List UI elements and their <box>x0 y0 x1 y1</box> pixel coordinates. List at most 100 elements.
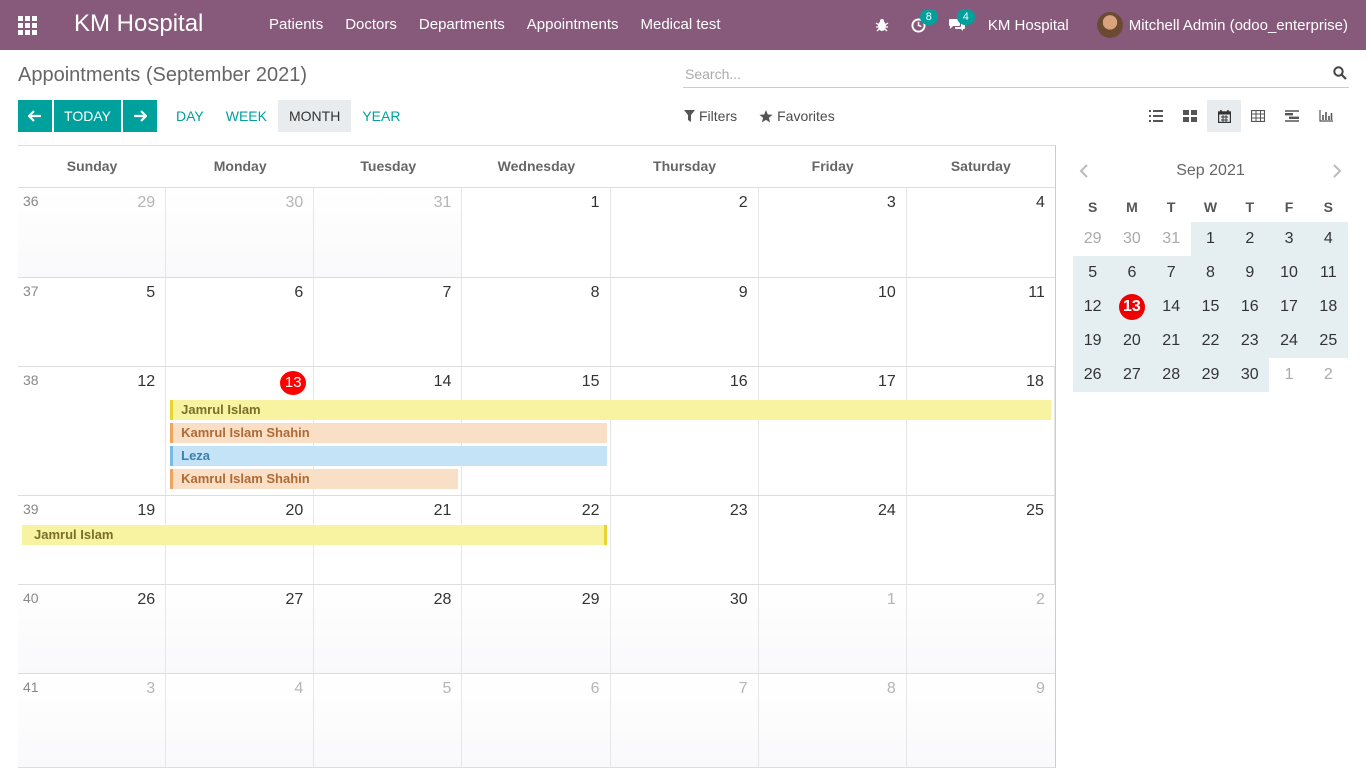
calendar-day-cell[interactable]: 8 <box>462 278 611 366</box>
mini-calendar-day[interactable]: 29 <box>1073 222 1112 256</box>
mini-calendar-day[interactable]: 9 <box>1230 256 1270 290</box>
filters-dropdown[interactable]: Filters <box>684 108 737 124</box>
mini-calendar-day[interactable]: 30 <box>1230 358 1270 392</box>
calendar-day-cell[interactable]: 12 <box>18 367 167 495</box>
mini-prev-month-button[interactable] <box>1073 161 1093 181</box>
calendar-day-cell[interactable]: 16 <box>610 367 759 495</box>
kanban-view-icon[interactable] <box>1173 100 1207 132</box>
company-switcher[interactable]: KM Hospital <box>988 17 1069 34</box>
search-input[interactable] <box>683 62 1323 86</box>
calendar-day-cell[interactable]: 23 <box>610 496 759 584</box>
calendar-event[interactable]: Leza <box>170 446 607 466</box>
mini-calendar-day[interactable]: 29 <box>1190 358 1231 392</box>
mini-calendar-day[interactable]: 26 <box>1073 358 1113 392</box>
mini-calendar-day[interactable]: 21 <box>1151 324 1191 358</box>
next-button[interactable] <box>123 100 157 132</box>
previous-button[interactable] <box>18 100 52 132</box>
list-view-icon[interactable] <box>1139 100 1173 132</box>
activity-clock-icon[interactable]: 8 <box>911 8 938 33</box>
calendar-view-icon[interactable] <box>1207 100 1241 132</box>
calendar-day-cell[interactable]: 27 <box>166 585 315 673</box>
menu-item-appointments[interactable]: Appointments <box>516 0 630 50</box>
mini-calendar-day[interactable]: 6 <box>1112 256 1152 290</box>
calendar-day-cell[interactable]: 7 <box>314 278 463 366</box>
calendar-day-cell[interactable]: 4 <box>906 188 1055 277</box>
mini-calendar-day[interactable]: 3 <box>1269 222 1309 256</box>
pivot-view-icon[interactable] <box>1241 100 1275 132</box>
calendar-day-cell[interactable]: 9 <box>906 674 1055 767</box>
calendar-day-cell[interactable]: 11 <box>906 278 1055 366</box>
calendar-day-cell[interactable]: 3 <box>758 188 907 277</box>
gantt-view-icon[interactable] <box>1275 100 1309 132</box>
mini-calendar-day[interactable]: 20 <box>1112 324 1152 358</box>
scale-month-button[interactable]: MONTH <box>277 100 352 132</box>
calendar-day-cell[interactable]: 8 <box>758 674 907 767</box>
calendar-day-cell[interactable]: 18 <box>906 367 1055 495</box>
calendar-day-cell[interactable]: 1 <box>462 188 611 277</box>
mini-calendar-day[interactable]: 31 <box>1152 222 1191 256</box>
mini-calendar-day[interactable]: 8 <box>1190 256 1231 290</box>
calendar-event[interactable]: Jamrul Islam <box>22 525 607 545</box>
mini-calendar-day[interactable]: 11 <box>1308 256 1348 290</box>
mini-calendar-day[interactable]: 4 <box>1308 222 1348 256</box>
calendar-day-cell[interactable]: 5 <box>18 278 167 366</box>
calendar-day-cell[interactable]: 5 <box>314 674 463 767</box>
scale-year-button[interactable]: YEAR <box>351 100 411 132</box>
calendar-day-cell[interactable]: 6 <box>462 674 611 767</box>
mini-calendar-day[interactable]: 1 <box>1269 358 1308 392</box>
today-button[interactable]: TODAY <box>54 100 121 132</box>
calendar-day-cell[interactable]: 9 <box>610 278 759 366</box>
calendar-event[interactable]: Kamrul Islam Shahin <box>170 423 607 443</box>
scale-day-button[interactable]: DAY <box>165 100 215 132</box>
calendar-event[interactable]: Jamrul Islam <box>170 400 1051 420</box>
calendar-day-cell[interactable]: 4 <box>166 674 315 767</box>
mini-calendar-day[interactable]: 12 <box>1073 290 1113 324</box>
mini-calendar-day[interactable]: 30 <box>1112 222 1151 256</box>
mini-calendar-day[interactable]: 28 <box>1151 358 1191 392</box>
scale-week-button[interactable]: WEEK <box>215 100 278 132</box>
mini-calendar-day[interactable]: 19 <box>1073 324 1113 358</box>
mini-calendar-day[interactable]: 2 <box>1309 358 1348 392</box>
mini-calendar-day[interactable]: 13 <box>1112 290 1152 324</box>
calendar-day-cell[interactable]: 28 <box>314 585 463 673</box>
mini-calendar-day[interactable]: 15 <box>1190 290 1231 324</box>
calendar-event[interactable]: Kamrul Islam Shahin <box>170 469 459 489</box>
calendar-day-cell[interactable]: 30 <box>166 188 315 277</box>
calendar-day-cell[interactable]: 30 <box>610 585 759 673</box>
calendar-day-cell[interactable]: 31 <box>314 188 463 277</box>
messages-chat-icon[interactable]: 4 <box>948 8 975 33</box>
calendar-day-cell[interactable]: 29 <box>18 188 167 277</box>
mini-calendar-day[interactable]: 10 <box>1269 256 1309 290</box>
calendar-day-cell[interactable]: 7 <box>610 674 759 767</box>
favorites-dropdown[interactable]: Favorites <box>759 108 835 124</box>
menu-item-patients[interactable]: Patients <box>258 0 334 50</box>
menu-item-departments[interactable]: Departments <box>408 0 516 50</box>
debug-bug-icon[interactable] <box>875 18 889 32</box>
search-icon[interactable] <box>1333 66 1347 80</box>
calendar-day-cell[interactable]: 26 <box>18 585 167 673</box>
calendar-day-cell[interactable]: 6 <box>166 278 315 366</box>
calendar-day-cell[interactable]: 3 <box>18 674 167 767</box>
mini-calendar-day[interactable]: 18 <box>1308 290 1348 324</box>
mini-calendar-day[interactable]: 14 <box>1151 290 1191 324</box>
calendar-day-cell[interactable]: 10 <box>758 278 907 366</box>
calendar-day-cell[interactable]: 2 <box>906 585 1055 673</box>
mini-calendar-day[interactable]: 23 <box>1230 324 1270 358</box>
user-menu[interactable]: Mitchell Admin (odoo_enterprise) <box>1096 12 1348 38</box>
calendar-day-cell[interactable]: 17 <box>758 367 907 495</box>
apps-menu-icon[interactable] <box>18 16 37 35</box>
mini-calendar-day[interactable]: 22 <box>1190 324 1231 358</box>
app-brand[interactable]: KM Hospital <box>74 10 203 38</box>
mini-calendar-day[interactable]: 24 <box>1269 324 1309 358</box>
menu-item-doctors[interactable]: Doctors <box>334 0 408 50</box>
mini-calendar-day[interactable]: 2 <box>1230 222 1270 256</box>
mini-calendar-day[interactable]: 27 <box>1112 358 1152 392</box>
graph-view-icon[interactable] <box>1309 100 1343 132</box>
calendar-day-cell[interactable]: 1 <box>758 585 907 673</box>
calendar-day-cell[interactable]: 25 <box>906 496 1055 584</box>
calendar-day-cell[interactable]: 29 <box>462 585 611 673</box>
menu-item-medical-test[interactable]: Medical test <box>630 0 732 50</box>
calendar-day-cell[interactable]: 24 <box>758 496 907 584</box>
mini-calendar-day[interactable]: 16 <box>1230 290 1270 324</box>
mini-calendar-day[interactable]: 25 <box>1308 324 1348 358</box>
